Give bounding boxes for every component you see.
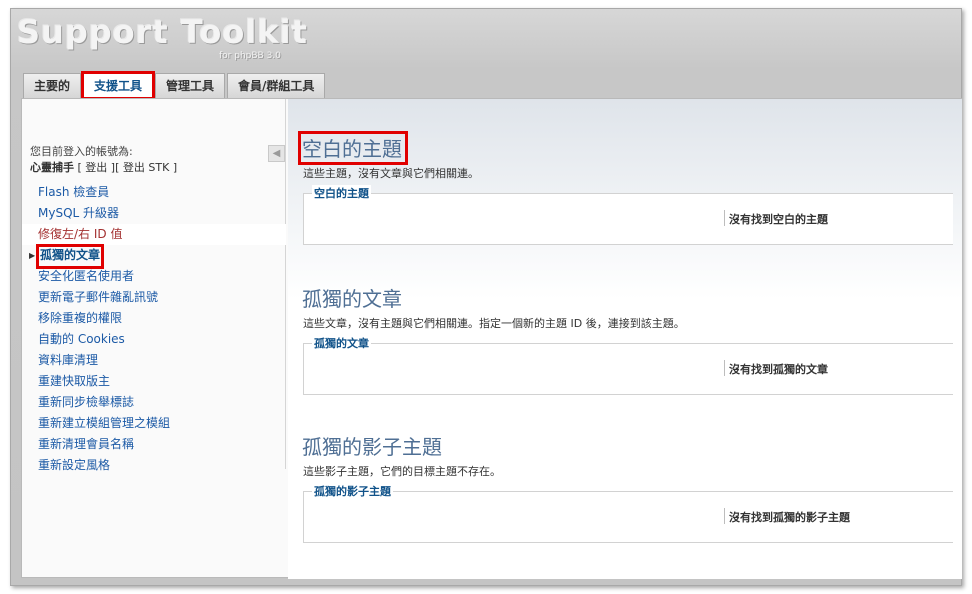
logout-stk-link[interactable]: 登出 STK	[123, 161, 169, 174]
empty-message: 沒有找到孤獨的文章	[729, 363, 828, 376]
sidebar-item-mysql-upgrader[interactable]: MySQL 升級器	[22, 203, 286, 224]
tab-bar: 主要的 支援工具 管理工具 會員/群組工具	[23, 71, 327, 100]
box-divider	[724, 508, 725, 524]
user-line: 心靈捕手 [ 登出 ][ 登出 STK ]	[30, 159, 177, 175]
sidebar-item-resync-report-flags[interactable]: 重新同步檢舉標誌	[22, 392, 286, 413]
sidebar-item-database-cleaner[interactable]: 資料庫清理	[22, 350, 286, 371]
sidebar-item-orphaned-posts[interactable]: ▶ 孤獨的文章	[22, 244, 286, 269]
section-empty-topics: 空白的主題 這些主題，沒有文章與它們相關連。 空白的主題 沒有找到空白的主題	[298, 131, 953, 245]
sidebar-item-secure-anonymous[interactable]: 安全化匿名使用者	[22, 266, 286, 287]
sidebar-item-reclean-usernames[interactable]: 重新清理會員名稱	[22, 434, 286, 455]
tab-main[interactable]: 主要的	[23, 73, 82, 98]
sidebar-menu: Flash 檢查員 MySQL 升級器 修復左/右 ID 值 ▶ 孤獨的文章 安…	[22, 182, 286, 476]
box-divider	[724, 360, 725, 376]
app-window: Support Toolkit for phpBB 3.0 主要的 支援工具 管…	[10, 8, 962, 586]
sidebar-item-auto-cookies[interactable]: 自動的 Cookies	[22, 329, 286, 350]
logout-link[interactable]: 登出	[85, 161, 107, 174]
sidebar-item-recreate-module-management[interactable]: 重新建立模組管理之模組	[22, 413, 286, 434]
result-box: 孤獨的影子主題 沒有找到孤獨的影子主題	[303, 483, 953, 543]
sidebar: 您目前登入的帳號為: 心靈捕手 [ 登出 ][ 登出 STK ] ◀ Flash…	[22, 99, 286, 472]
box-divider	[724, 210, 725, 226]
sidebar-item-update-email-hashes[interactable]: 更新電子郵件雜亂訊號	[22, 287, 286, 308]
section-description: 這些文章，沒有主題與它們相關連。指定一個新的主題 ID 後，連接到該主題。	[303, 317, 685, 330]
box-legend: 空白的主題	[312, 185, 371, 201]
section-description: 這些主題，沒有文章與它們相關連。	[303, 167, 479, 180]
sidebar-item-remove-duplicate-permissions[interactable]: 移除重複的權限	[22, 308, 286, 329]
current-item-arrow-icon: ▶	[29, 251, 36, 260]
box-legend: 孤獨的文章	[312, 335, 371, 351]
section-description: 這些影子主題，它們的目標主題不存在。	[303, 465, 501, 478]
section-orphaned-shadow-topics: 孤獨的影子主題 這些影子主題，它們的目標主題不存在。 孤獨的影子主題 沒有找到孤…	[302, 431, 953, 543]
empty-message: 沒有找到空白的主題	[729, 213, 828, 226]
tab-user-group-tools[interactable]: 會員/群組工具	[227, 73, 326, 98]
section-title: 空白的主題	[298, 131, 408, 165]
logo-subtitle: for phpBB 3.0	[219, 51, 281, 61]
tab-admin-tools[interactable]: 管理工具	[155, 73, 226, 98]
sidebar-item-flash-checker[interactable]: Flash 檢查員	[22, 182, 286, 203]
bracket-close: ]	[172, 161, 178, 174]
bracket-mid: ][	[110, 161, 123, 174]
section-title: 孤獨的影子主題	[302, 435, 442, 459]
box-legend: 孤獨的影子主題	[312, 483, 393, 499]
section-title: 孤獨的文章	[302, 287, 402, 311]
sidebar-item-rebuild-moderator-cache[interactable]: 重建快取版主	[22, 371, 286, 392]
sidebar-item-reset-styles[interactable]: 重新設定風格	[22, 455, 286, 476]
collapse-sidebar-icon[interactable]: ◀	[268, 145, 285, 162]
login-label: 您目前登入的帳號為:	[30, 145, 133, 158]
sidebar-item-fix-left-right-ids[interactable]: 修復左/右 ID 值	[22, 224, 286, 245]
logo: Support Toolkit	[17, 13, 308, 51]
username: 心靈捕手	[30, 161, 74, 174]
result-box: 孤獨的文章 沒有找到孤獨的文章	[303, 335, 953, 395]
result-box: 空白的主題 沒有找到空白的主題	[303, 185, 953, 245]
tab-support-tools[interactable]: 支援工具	[81, 71, 156, 100]
sidebar-item-label: 孤獨的文章	[35, 244, 105, 269]
empty-message: 沒有找到孤獨的影子主題	[729, 511, 850, 524]
section-orphaned-posts: 孤獨的文章 這些文章，沒有主題與它們相關連。指定一個新的主題 ID 後，連接到該…	[302, 283, 953, 395]
